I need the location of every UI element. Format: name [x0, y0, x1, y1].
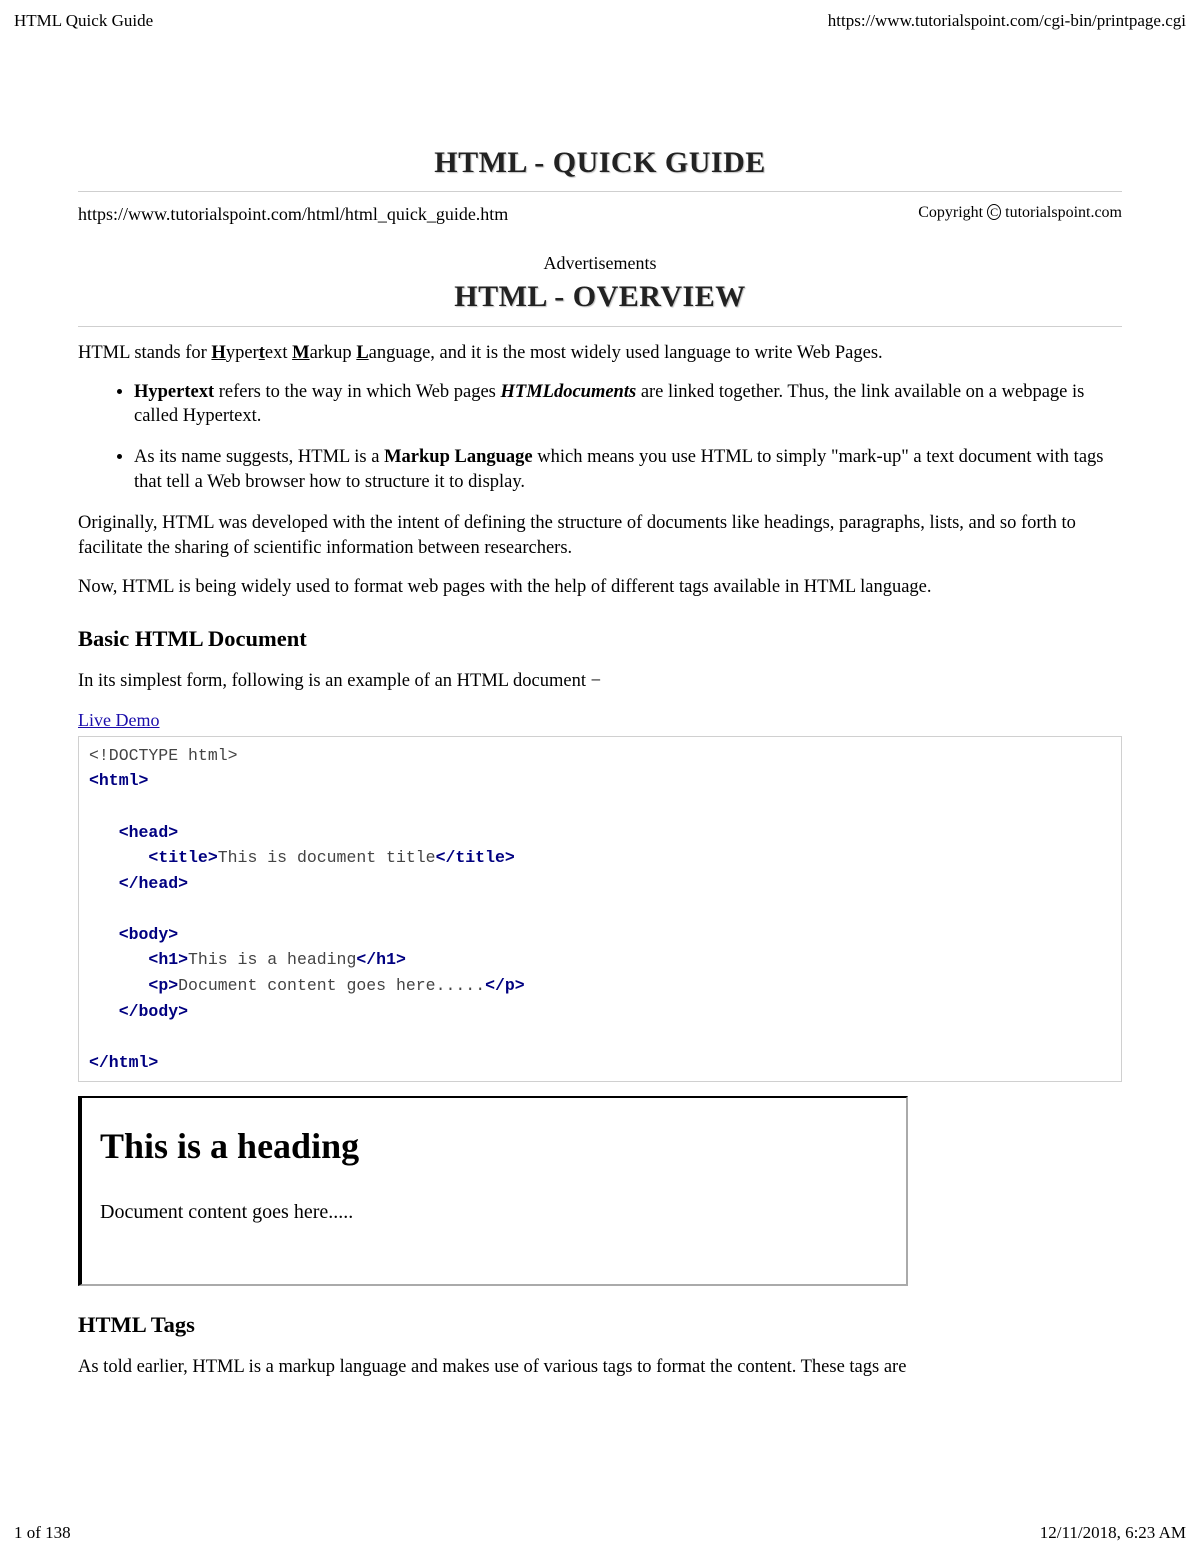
page-title: HTML - QUICK GUIDE: [78, 143, 1122, 184]
print-header: HTML Quick Guide https://www.tutorialspo…: [0, 0, 1200, 33]
header-url: https://www.tutorialspoint.com/cgi-bin/p…: [828, 10, 1186, 33]
print-footer: 1 of 138 12/11/2018, 6:23 AM: [0, 1522, 1200, 1545]
output-paragraph: Document content goes here.....: [100, 1199, 888, 1226]
page-counter: 1 of 138: [14, 1522, 71, 1545]
paragraph-now: Now, HTML is being widely used to format…: [78, 575, 1122, 600]
subhead-basic-document: Basic HTML Document: [78, 624, 1122, 654]
paragraph-tags: As told earlier, HTML is a markup langua…: [78, 1355, 1122, 1380]
subhead-html-tags: HTML Tags: [78, 1310, 1122, 1340]
output-heading: This is a heading: [100, 1122, 888, 1171]
source-row: https://www.tutorialspoint.com/html/html…: [78, 202, 1122, 226]
overview-bullets: Hypertext refers to the way in which Web…: [78, 380, 1122, 496]
rendered-output: This is a heading Document content goes …: [78, 1096, 908, 1286]
advertisements-label: Advertisements: [78, 251, 1122, 275]
intro-paragraph: HTML stands for Hypertext Markup Languag…: [78, 341, 1122, 366]
divider: [78, 191, 1122, 192]
list-item: Hypertext refers to the way in which Web…: [134, 380, 1122, 430]
list-item: As its name suggests, HTML is a Markup L…: [134, 445, 1122, 495]
document-body: HTML - QUICK GUIDE https://www.tutorials…: [0, 33, 1200, 1380]
source-url: https://www.tutorialspoint.com/html/html…: [78, 202, 508, 226]
code-example: <!DOCTYPE html> <html> <head> <title>Thi…: [78, 736, 1122, 1082]
print-timestamp: 12/11/2018, 6:23 AM: [1040, 1522, 1186, 1545]
copyright-icon: C: [987, 204, 1001, 220]
live-demo-link[interactable]: Live Demo: [78, 710, 159, 730]
copyright: Copyright C tutorialspoint.com: [918, 202, 1122, 226]
header-title: HTML Quick Guide: [14, 10, 153, 33]
paragraph-originally: Originally, HTML was developed with the …: [78, 511, 1122, 561]
section-title-overview: HTML - OVERVIEW: [78, 277, 1122, 318]
paragraph-simplest: In its simplest form, following is an ex…: [78, 669, 1122, 694]
divider: [78, 326, 1122, 327]
